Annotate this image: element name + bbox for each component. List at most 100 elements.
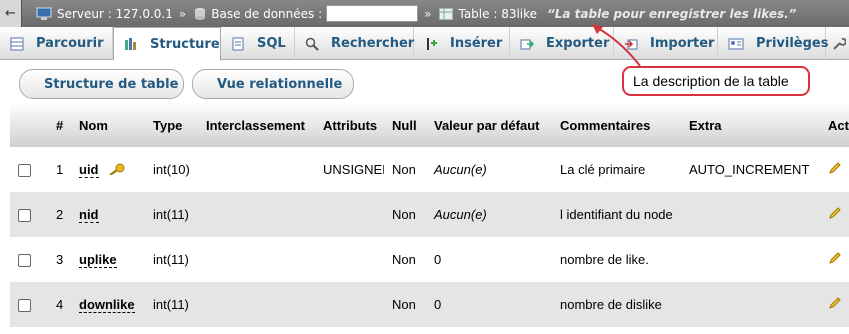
- table-comment: “La table pour enregistrer les likes.”: [547, 6, 797, 21]
- field-name[interactable]: uplike: [79, 252, 117, 268]
- browse-icon: [10, 37, 24, 51]
- table-row: 2 nid int(11) Non Aucun(e) l identifiant…: [10, 192, 849, 237]
- field-attributes: [315, 192, 384, 237]
- field-comment: l identifiant du node: [552, 192, 681, 237]
- field-attributes: UNSIGNED: [315, 147, 384, 192]
- field-name-cell: uplike: [71, 237, 145, 282]
- row-checkbox[interactable]: [18, 209, 31, 223]
- header-collation: Interclassement: [198, 103, 315, 147]
- main-tabs: Parcourir Structure SQL Rechercher Insér…: [0, 27, 849, 61]
- header-checkbox: [10, 103, 48, 147]
- field-name[interactable]: downlike: [79, 297, 135, 313]
- field-type: int(11): [145, 192, 198, 237]
- field-default: Aucun(e): [426, 192, 552, 237]
- tab-import[interactable]: Importer: [614, 27, 718, 60]
- field-null: Non: [384, 192, 426, 237]
- tab-insert[interactable]: Insérer: [414, 27, 510, 60]
- tab-sql[interactable]: SQL: [221, 27, 295, 60]
- field-default: 0: [426, 237, 552, 282]
- import-icon: [624, 37, 638, 51]
- database-icon: [195, 7, 206, 20]
- header-attributes: Attributs: [315, 103, 384, 147]
- search-icon: [305, 37, 319, 51]
- edit-pencil-icon[interactable]: [828, 206, 842, 223]
- header-type: Type: [145, 103, 198, 147]
- insert-icon: [424, 37, 438, 51]
- tab-export[interactable]: Exporter: [510, 27, 614, 60]
- tab-privileges[interactable]: Privilèges: [718, 27, 829, 60]
- breadcrumb-table-label[interactable]: Table : 83like: [458, 7, 537, 21]
- edit-pencil-icon[interactable]: [828, 161, 842, 178]
- field-collation: [198, 192, 315, 237]
- tab-browse[interactable]: Parcourir: [0, 27, 113, 60]
- tab-export-label: Exporter: [546, 36, 610, 51]
- field-default: Aucun(e): [426, 147, 552, 192]
- row-checkbox[interactable]: [18, 254, 31, 268]
- subtab-table-structure[interactable]: Structure de table: [19, 69, 184, 99]
- server-icon: [36, 7, 52, 20]
- tab-privileges-label: Privilèges: [756, 36, 829, 51]
- field-default: 0: [426, 282, 552, 327]
- field-name-cell: nid: [71, 192, 145, 237]
- header-action: Action: [820, 103, 849, 147]
- field-attributes: [315, 237, 384, 282]
- table-row: 4 downlike int(11) Non 0 nombre de disli…: [10, 282, 849, 327]
- field-collation: [198, 237, 315, 282]
- privileges-icon: [728, 38, 744, 50]
- header-name: Nom: [71, 103, 145, 147]
- tab-search[interactable]: Rechercher: [295, 27, 414, 60]
- field-comment: La clé primaire: [552, 147, 681, 192]
- tab-structure[interactable]: Structure: [113, 27, 221, 61]
- export-icon: [520, 37, 534, 51]
- breadcrumb-database-label[interactable]: Base de données :: [211, 7, 322, 21]
- row-checkbox[interactable]: [18, 299, 31, 313]
- field-type: int(11): [145, 237, 198, 282]
- tab-sql-label: SQL: [257, 36, 286, 51]
- structure-table: # Nom Type Interclassement Attributs Nul…: [10, 103, 849, 327]
- structure-icon: [124, 37, 138, 51]
- breadcrumb-separator: »: [424, 6, 432, 21]
- breadcrumb-separator: »: [178, 6, 187, 21]
- table-row: 3 uplike int(11) Non 0 nombre de like.: [10, 237, 849, 282]
- redacted-database-name: [326, 5, 419, 22]
- collapse-toggle-button[interactable]: ←: [0, 0, 22, 27]
- header-default: Valeur par défaut: [426, 103, 552, 147]
- edit-pencil-icon[interactable]: [828, 251, 842, 268]
- breadcrumb-table[interactable]: Table : 83like: [439, 7, 537, 21]
- tab-import-label: Importer: [650, 36, 715, 51]
- field-comment: nombre de dislike: [552, 282, 681, 327]
- field-extra: [681, 237, 820, 282]
- sql-icon: [231, 37, 245, 51]
- tab-operations[interactable]: [826, 27, 849, 60]
- breadcrumb-server-label[interactable]: Serveur : 127.0.0.1: [57, 7, 173, 21]
- field-extra: [681, 282, 820, 327]
- field-name[interactable]: nid: [79, 207, 99, 223]
- tab-insert-label: Insérer: [450, 36, 503, 51]
- breadcrumb-database[interactable]: Base de données :: [194, 5, 419, 22]
- wrench-icon: [832, 37, 846, 51]
- table-row: 1 uid int(10) UNSIGNED Non Aucun(e) La c…: [10, 147, 849, 192]
- callout-note: La description de la table: [622, 66, 810, 96]
- field-name-cell: uid: [71, 147, 145, 192]
- header-extra: Extra: [681, 103, 820, 147]
- row-number: 4: [48, 282, 71, 327]
- field-name-cell: downlike: [71, 282, 145, 327]
- breadcrumb-server[interactable]: Serveur : 127.0.0.1: [36, 7, 173, 21]
- field-null: Non: [384, 237, 426, 282]
- header-comments: Commentaires: [552, 103, 681, 147]
- field-type: int(10): [145, 147, 198, 192]
- tab-search-label: Rechercher: [331, 36, 415, 51]
- row-number: 3: [48, 237, 71, 282]
- field-comment: nombre de like.: [552, 237, 681, 282]
- field-type: int(11): [145, 282, 198, 327]
- field-attributes: [315, 282, 384, 327]
- breadcrumb: ← Serveur : 127.0.0.1 » Base de données …: [0, 0, 849, 27]
- field-name[interactable]: uid: [79, 162, 99, 178]
- field-null: Non: [384, 147, 426, 192]
- header-null: Null: [384, 103, 426, 147]
- primary-key-icon: [109, 163, 125, 176]
- subtab-relational-view-label: Vue relationnelle: [217, 76, 343, 92]
- row-checkbox[interactable]: [18, 164, 31, 178]
- edit-pencil-icon[interactable]: [828, 296, 842, 313]
- subtab-relational-view[interactable]: Vue relationnelle: [192, 69, 354, 99]
